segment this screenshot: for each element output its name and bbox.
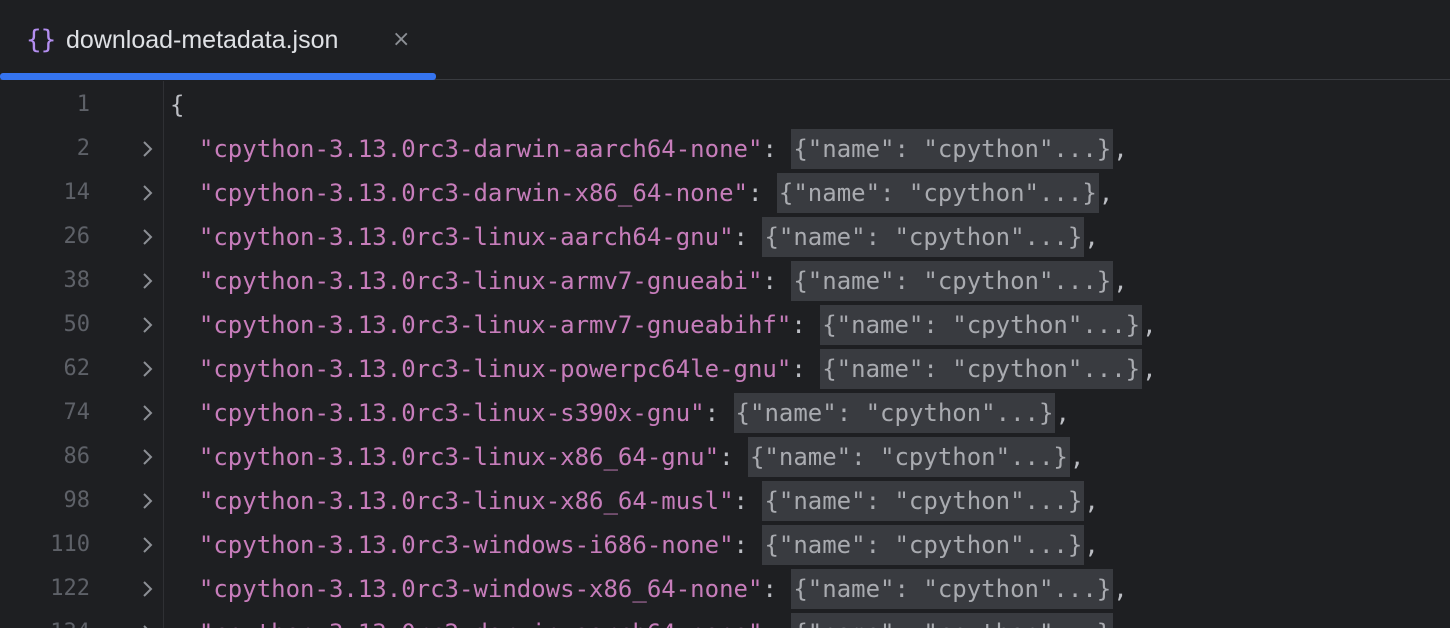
code-text: "cpython-3.13.0rc3-linux-s390x-gnu": {"n… [170,391,1070,435]
fold-chevron-right-icon[interactable] [138,523,160,567]
editor-tab-bar: {} download-metadata.json × [0,0,1450,80]
folded-region[interactable]: {"name": "cpython"...} [762,481,1085,521]
fold-chevron-right-icon[interactable] [138,215,160,259]
fold-chevron-right-icon[interactable] [138,391,160,435]
code-line: 50 "cpython-3.13.0rc3-linux-armv7-gnueab… [0,303,1450,347]
code-text: "cpython-3.13.0rc3-linux-aarch64-gnu": {… [170,215,1099,259]
code-text: "cpython-3.13.0rc3-linux-x86_64-gnu": {"… [170,435,1084,479]
code-text: "cpython-3.13.0rc3-linux-armv7-gnueabihf… [170,303,1157,347]
folded-region[interactable]: {"name": "cpython"...} [791,613,1114,628]
json-key: "cpython-3.13.0rc3-windows-x86_64-none" [198,575,763,603]
fold-chevron-right-icon[interactable] [138,567,160,611]
code-line: 110 "cpython-3.13.0rc3-windows-i686-none… [0,523,1450,567]
code-line: 14 "cpython-3.13.0rc3-darwin-x86_64-none… [0,171,1450,215]
code-text: "cpython-3.13.0rc3-linux-x86_64-musl": {… [170,479,1099,523]
code-line: 38 "cpython-3.13.0rc3-linux-armv7-gnueab… [0,259,1450,303]
json-key: "cpython-3.13.0rc3-linux-s390x-gnu" [198,399,705,427]
line-number: 134 [0,611,90,628]
open-brace: { [170,91,185,119]
code-line: 2 "cpython-3.13.0rc3-darwin-aarch64-none… [0,127,1450,171]
fold-chevron-right-icon[interactable] [138,435,160,479]
folded-region[interactable]: {"name": "cpython"...} [820,349,1143,389]
code-text: "cpython-3.13.0rc3-linux-armv7-gnueabi":… [170,259,1128,303]
line-number: 2 [76,136,90,161]
code-line: 1 { [0,83,1450,127]
folded-region[interactable]: {"name": "cpython"...} [733,393,1056,433]
line-number: 122 [50,576,90,601]
code-line: 134 "cpython-3.13.0rc2-darwin-aarch64-no… [0,611,1450,628]
code-text: "cpython-3.13.0rc3-darwin-x86_64-none": … [170,171,1113,215]
json-key: "cpython-3.13.0rc3-linux-armv7-gnueabi" [198,267,763,295]
json-key: "cpython-3.13.0rc3-windows-i686-none" [198,531,734,559]
tab-download-metadata-json[interactable]: {} download-metadata.json × [0,0,436,80]
json-key: "cpython-3.13.0rc3-linux-aarch64-gnu" [198,223,734,251]
fold-chevron-right-icon[interactable] [138,303,160,347]
fold-chevron-right-icon[interactable] [138,259,160,303]
json-key: "cpython-3.13.0rc3-linux-x86_64-musl" [198,487,734,515]
active-tab-indicator [0,73,436,80]
folded-region[interactable]: {"name": "cpython"...} [747,437,1070,477]
line-number: 50 [63,312,91,337]
code-line: 86 "cpython-3.13.0rc3-linux-x86_64-gnu":… [0,435,1450,479]
code-text: "cpython-3.13.0rc3-linux-powerpc64le-gnu… [170,347,1157,391]
folded-region[interactable]: {"name": "cpython"...} [762,525,1085,565]
code-line: 98 "cpython-3.13.0rc3-linux-x86_64-musl"… [0,479,1450,523]
folded-region[interactable]: {"name": "cpython"...} [820,305,1143,345]
json-file-icon: {} [26,25,56,55]
json-key: "cpython-3.13.0rc3-linux-x86_64-gnu" [198,443,720,471]
json-key: "cpython-3.13.0rc3-darwin-aarch64-none" [198,135,763,163]
folded-region[interactable]: {"name": "cpython"...} [791,129,1114,169]
line-number: 38 [63,268,91,293]
folded-region[interactable]: {"name": "cpython"...} [776,173,1099,213]
code-text: "cpython-3.13.0rc3-windows-x86_64-none":… [170,567,1128,611]
code-text: { [170,83,184,127]
line-number: 86 [63,444,91,469]
folded-region[interactable]: {"name": "cpython"...} [762,217,1085,257]
code-text: "cpython-3.13.0rc2-darwin-aarch64-none":… [170,611,1128,628]
json-key: "cpython-3.13.0rc2-darwin-aarch64-none" [199,619,763,628]
folded-region[interactable]: {"name": "cpython"...} [791,569,1114,609]
json-key: "cpython-3.13.0rc3-linux-powerpc64le-gnu… [198,355,792,383]
line-number: 26 [63,224,91,249]
fold-chevron-right-icon[interactable] [138,171,160,215]
line-number: 98 [63,488,91,513]
code-text: "cpython-3.13.0rc3-darwin-aarch64-none":… [170,127,1128,171]
json-key: "cpython-3.13.0rc3-darwin-x86_64-none" [198,179,748,207]
code-text: "cpython-3.13.0rc3-windows-i686-none": {… [170,523,1099,567]
fold-chevron-right-icon[interactable] [138,611,160,628]
line-number: 1 [76,92,90,117]
line-number: 14 [63,180,91,205]
line-number: 74 [63,400,91,425]
json-key: "cpython-3.13.0rc3-linux-armv7-gnueabihf… [198,311,792,339]
line-number: 110 [50,532,90,557]
code-line: 26 "cpython-3.13.0rc3-linux-aarch64-gnu"… [0,215,1450,259]
code-line: 74 "cpython-3.13.0rc3-linux-s390x-gnu": … [0,391,1450,435]
folded-region[interactable]: {"name": "cpython"...} [791,261,1114,301]
tab-title: download-metadata.json [66,26,339,54]
line-number: 62 [63,356,91,381]
fold-chevron-right-icon[interactable] [138,127,160,171]
close-tab-icon[interactable]: × [392,24,410,56]
code-line: 62 "cpython-3.13.0rc3-linux-powerpc64le-… [0,347,1450,391]
code-line: 122 "cpython-3.13.0rc3-windows-x86_64-no… [0,567,1450,611]
code-editor[interactable]: 1 { 2 "cpython-3.13.0rc3-darwin-aarch64-… [0,81,1450,628]
fold-chevron-right-icon[interactable] [138,347,160,391]
fold-chevron-right-icon[interactable] [138,479,160,523]
